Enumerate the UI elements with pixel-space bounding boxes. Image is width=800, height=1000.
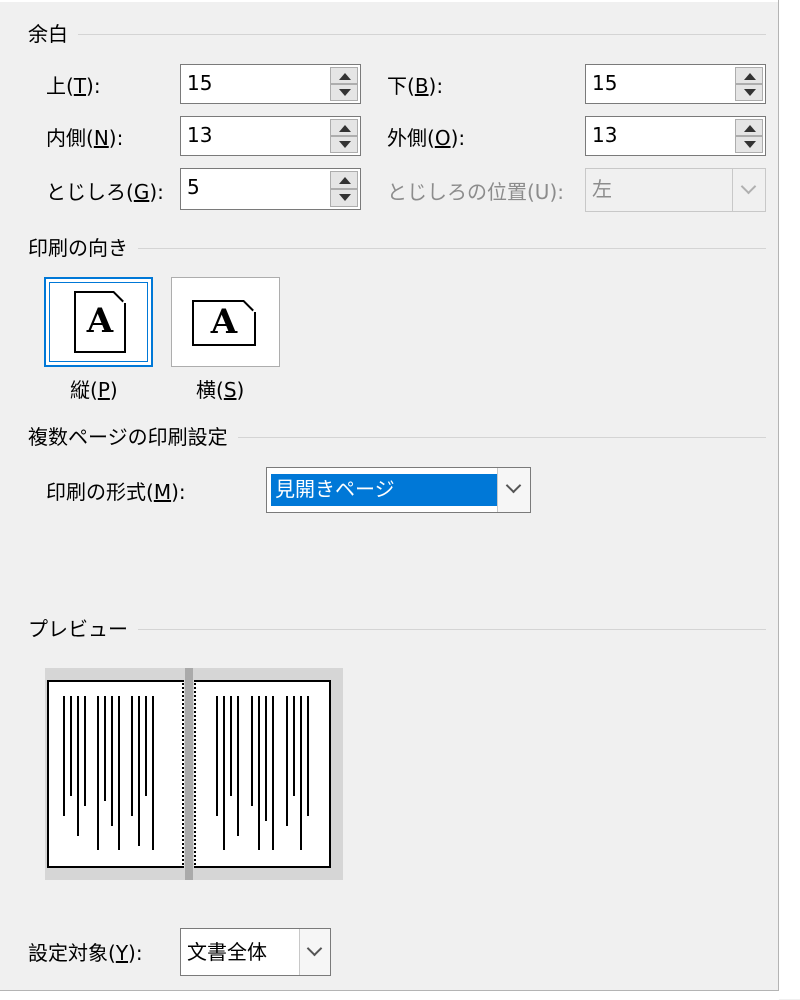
gutter-value[interactable]: 5 bbox=[187, 174, 200, 200]
triangle-down-icon bbox=[744, 141, 756, 148]
outer-margin-up-button[interactable] bbox=[735, 119, 763, 136]
gutter-position-label: とじしろの位置(U): bbox=[387, 180, 564, 204]
portrait-button[interactable]: A bbox=[44, 277, 153, 367]
preview-gutter bbox=[185, 668, 193, 880]
top-margin-value[interactable]: 15 bbox=[187, 70, 212, 96]
tab-edge bbox=[0, 0, 778, 2]
dialog-border-right bbox=[778, 0, 800, 999]
triangle-up-icon bbox=[744, 125, 756, 132]
margins-section-line bbox=[28, 34, 766, 35]
preview-right-page bbox=[194, 680, 331, 868]
portrait-page-icon: A bbox=[74, 291, 126, 353]
outer-margin-value[interactable]: 13 bbox=[592, 122, 617, 148]
bottom-margin-spinbox[interactable]: 15 bbox=[585, 64, 766, 104]
triangle-down-icon bbox=[744, 89, 756, 96]
triangle-up-icon bbox=[339, 125, 351, 132]
gutter-position-select[interactable]: 左 bbox=[585, 168, 766, 212]
print-format-value: 見開きページ bbox=[275, 477, 395, 501]
bottom-margin-up-button[interactable] bbox=[735, 67, 763, 84]
outer-margin-spinbox[interactable]: 13 bbox=[585, 116, 766, 156]
inner-margin-up-button[interactable] bbox=[330, 119, 358, 136]
chevron-down-icon bbox=[505, 477, 522, 494]
multipage-section-title: 複数ページの印刷設定 bbox=[28, 425, 238, 449]
triangle-up-icon bbox=[744, 73, 756, 80]
inner-margin-spinbox[interactable]: 13 bbox=[180, 116, 361, 156]
gutter-label: とじしろ(G): bbox=[46, 180, 164, 204]
preview-section-line bbox=[28, 629, 766, 630]
inner-margin-value[interactable]: 13 bbox=[187, 122, 212, 148]
bottom-margin-down-button[interactable] bbox=[735, 84, 763, 101]
apply-to-label: 設定対象(Y): bbox=[28, 941, 143, 965]
triangle-down-icon bbox=[339, 141, 351, 148]
top-margin-label: 上(T): bbox=[46, 74, 101, 98]
print-format-highlight: 見開きページ bbox=[271, 474, 497, 506]
margins-section-title: 余白 bbox=[28, 22, 78, 46]
gutter-position-dropdown-button[interactable] bbox=[732, 169, 765, 211]
triangle-up-icon bbox=[339, 177, 351, 184]
preview-area bbox=[45, 668, 343, 880]
orientation-section-title: 印刷の向き bbox=[28, 236, 138, 260]
triangle-down-icon bbox=[339, 89, 351, 96]
bottom-margin-value[interactable]: 15 bbox=[592, 70, 617, 96]
top-margin-down-button[interactable] bbox=[330, 84, 358, 101]
inner-margin-down-button[interactable] bbox=[330, 136, 358, 153]
portrait-label: 縦(P) bbox=[70, 378, 118, 402]
gutter-position-value: 左 bbox=[592, 177, 612, 201]
preview-left-page bbox=[47, 680, 184, 868]
apply-to-value: 文書全体 bbox=[187, 940, 267, 964]
gutter-spinbox[interactable]: 5 bbox=[180, 168, 361, 210]
triangle-down-icon bbox=[339, 194, 351, 201]
inner-margin-label: 内側(N): bbox=[46, 126, 124, 150]
landscape-page-icon: A bbox=[192, 300, 256, 346]
chevron-down-icon bbox=[306, 940, 323, 957]
apply-to-dropdown-button[interactable] bbox=[299, 929, 330, 975]
print-format-dropdown-button[interactable] bbox=[497, 468, 530, 512]
preview-section-title: プレビュー bbox=[28, 617, 138, 641]
landscape-label: 横(S) bbox=[196, 378, 245, 402]
outer-margin-label: 外側(O): bbox=[387, 126, 466, 150]
top-margin-spinbox[interactable]: 15 bbox=[180, 64, 361, 104]
orientation-section-line bbox=[28, 248, 766, 249]
gutter-up-button[interactable] bbox=[330, 171, 358, 189]
triangle-up-icon bbox=[339, 73, 351, 80]
print-format-select[interactable]: 見開きページ bbox=[266, 467, 531, 513]
apply-to-select[interactable]: 文書全体 bbox=[180, 928, 331, 976]
landscape-button[interactable]: A bbox=[171, 277, 280, 367]
gutter-down-button[interactable] bbox=[330, 189, 358, 207]
bottom-margin-label: 下(B): bbox=[387, 74, 444, 98]
outer-margin-down-button[interactable] bbox=[735, 136, 763, 153]
top-margin-up-button[interactable] bbox=[330, 67, 358, 84]
chevron-down-icon bbox=[740, 178, 757, 195]
print-format-label: 印刷の形式(M): bbox=[46, 480, 186, 504]
